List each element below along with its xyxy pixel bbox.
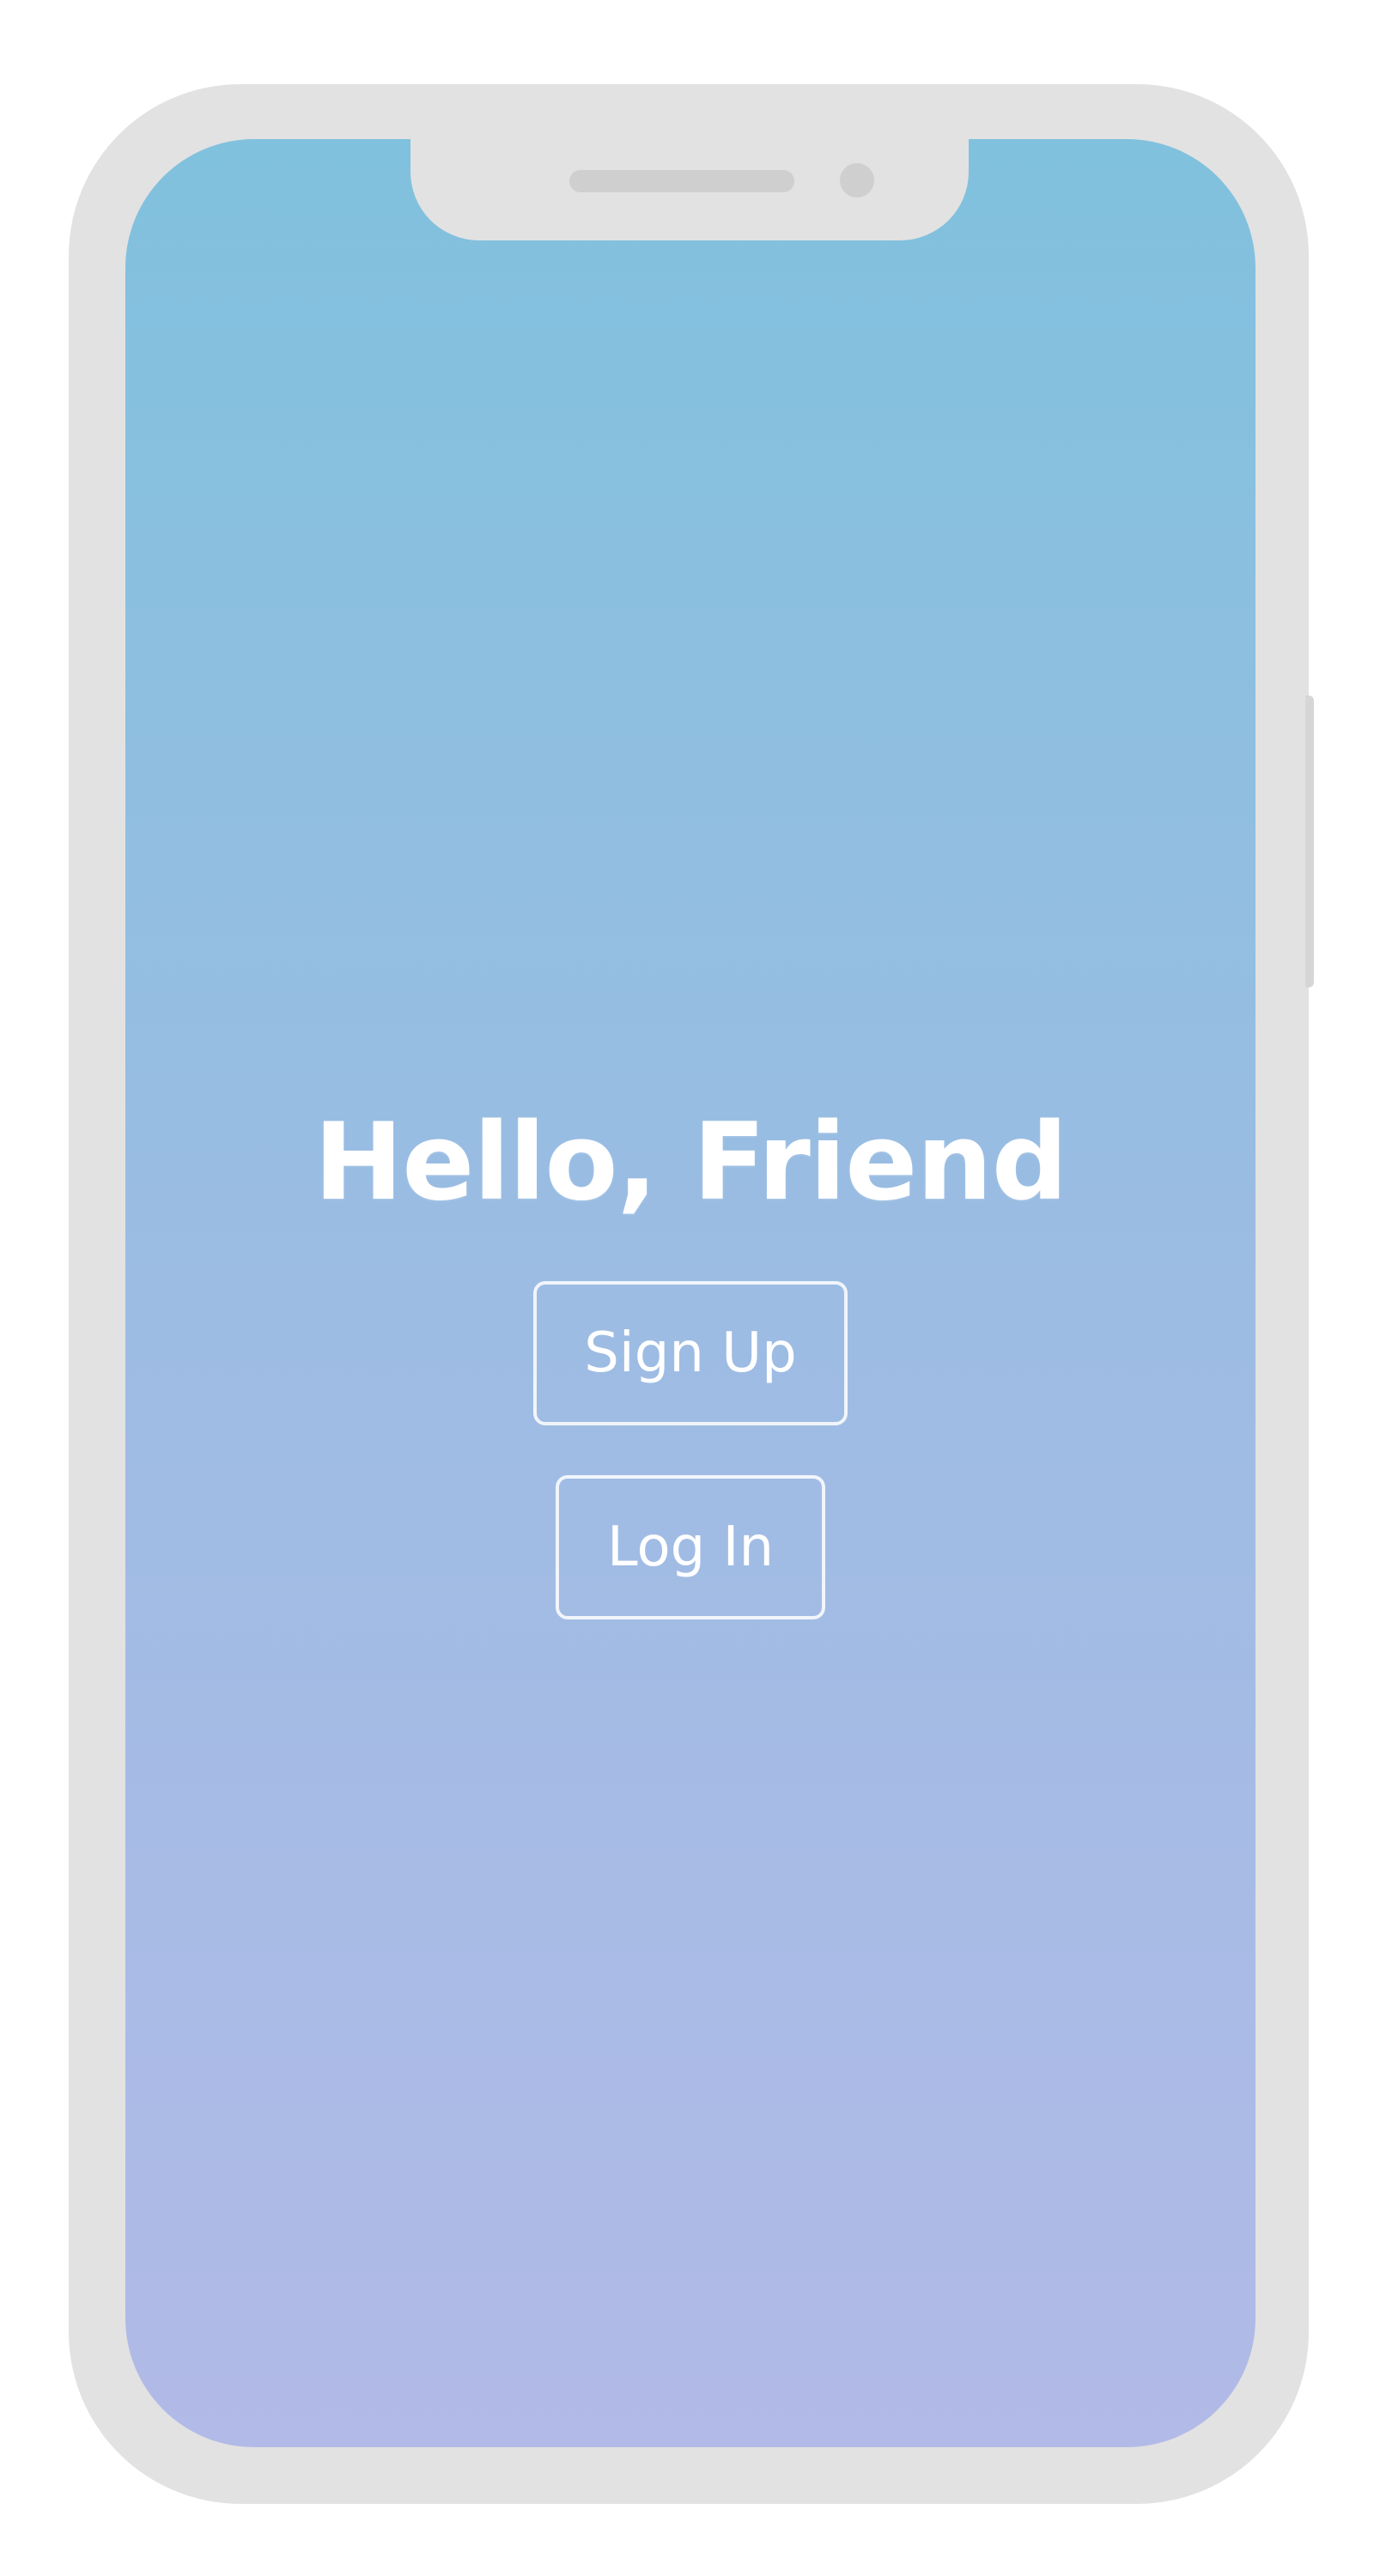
notch: [410, 139, 969, 240]
welcome-title: Hello, Friend: [313, 1101, 1068, 1224]
speaker-grille: [569, 170, 794, 192]
side-button: [1305, 696, 1314, 987]
phone-frame: Hello, Friend Sign Up Log In: [69, 84, 1309, 2504]
sign-up-button[interactable]: Sign Up: [533, 1281, 848, 1425]
log-in-button[interactable]: Log In: [556, 1475, 825, 1619]
front-camera-icon: [840, 163, 874, 197]
phone-screen: Hello, Friend Sign Up Log In: [125, 139, 1255, 2447]
welcome-panel: Hello, Friend Sign Up Log In: [125, 1109, 1255, 1619]
